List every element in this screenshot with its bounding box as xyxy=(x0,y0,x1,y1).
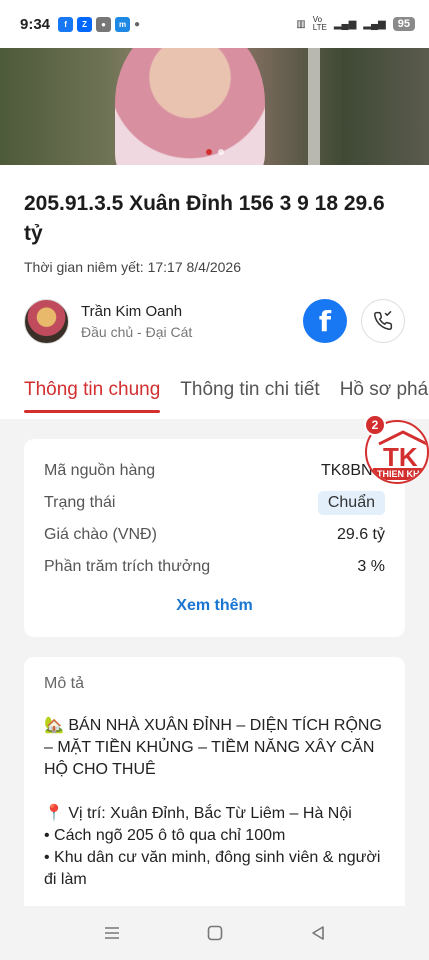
description-body: 🏡 BÁN NHÀ XUÂN ĐỈNH – DIỆN TÍCH RỘNG – M… xyxy=(44,717,382,932)
photo-subject xyxy=(115,48,265,165)
tab-detail-info[interactable]: Thông tin chi tiết xyxy=(180,379,319,413)
notification-icons: f Z ● m ● xyxy=(58,16,141,32)
tab-general-info[interactable]: Thông tin chung xyxy=(24,379,161,413)
listing-photo[interactable] xyxy=(0,48,429,165)
tab-legal-docs[interactable]: Hồ sơ pháp lý xyxy=(340,379,429,413)
detail-sheet: 205.91.3.5 Xuân Đỉnh 156 3 9 18 29.6 tỷ … xyxy=(0,165,429,960)
recent-apps-button[interactable] xyxy=(92,913,132,953)
tab-bar: Thông tin chung Thông tin chi tiết Hồ sơ… xyxy=(24,365,429,419)
info-label: Mã nguồn hàng xyxy=(44,462,156,479)
info-label: Giá chào (VNĐ) xyxy=(44,526,157,543)
status-time: 9:34 xyxy=(20,15,51,33)
avatar[interactable] xyxy=(24,298,69,344)
thien-khoi-logo-icon: TK xyxy=(378,430,427,470)
floating-count-badge: 2 xyxy=(364,414,386,436)
info-value: 29.6 tỷ xyxy=(336,526,385,543)
status-bar: 9:34 f Z ● m ● ▥ Vo LTE ▂▄▆ ▂▄▆ 95 xyxy=(0,0,429,48)
info-card: Mã nguồn hàng TK8BNG Trạng thái Chuẩn Gi… xyxy=(24,439,405,637)
see-more-button[interactable]: Xem thêm xyxy=(44,583,385,631)
pager-dot xyxy=(217,149,224,155)
recent-apps-icon xyxy=(104,927,119,939)
info-value: 3 % xyxy=(357,558,385,575)
info-row: Trạng thái Chuẩn xyxy=(44,487,385,519)
volte-icon: Vo LTE xyxy=(312,15,327,32)
chat-bubble-icon: ● xyxy=(96,16,112,32)
info-row: Phần trăm trích thưởng 3 % xyxy=(44,551,385,583)
more-notifications-icon: ● xyxy=(134,18,141,30)
back-button[interactable] xyxy=(298,913,338,953)
signal-5g-icon: ▂▄▆ xyxy=(363,18,386,30)
phone-icon xyxy=(374,311,393,330)
status-right: ▥ Vo LTE ▂▄▆ ▂▄▆ 95 xyxy=(296,16,415,32)
agent-role: Đầu chủ - Đại Cát xyxy=(81,323,193,340)
info-row: Mã nguồn hàng TK8BNG xyxy=(44,455,385,487)
zalo-icon: Z xyxy=(77,16,93,32)
facebook-button[interactable]: f xyxy=(303,299,347,343)
svg-text:TK: TK xyxy=(383,442,418,470)
listing-title: 205.91.3.5 Xuân Đỉnh 156 3 9 18 29.6 tỷ xyxy=(24,192,385,245)
brand-label: THIEN KHOI xyxy=(373,468,427,480)
photo-pager xyxy=(0,149,429,155)
description-label: Mô tả xyxy=(44,675,85,692)
back-icon xyxy=(311,926,324,940)
battery-icon: 95 xyxy=(392,17,415,31)
posted-time: Thời gian niêm yết: 17:17 8/4/2026 xyxy=(24,259,241,275)
call-button[interactable] xyxy=(361,299,405,343)
photo-pole xyxy=(308,48,320,165)
info-label: Trạng thái xyxy=(44,494,116,511)
home-button[interactable] xyxy=(195,913,235,953)
header-area: 205.91.3.5 Xuân Đỉnh 156 3 9 18 29.6 tỷ … xyxy=(0,165,429,419)
facebook-icon: f xyxy=(318,304,332,338)
agent-name: Trần Kim Oanh xyxy=(81,302,183,320)
status-badge: Chuẩn xyxy=(317,491,385,515)
agent-row: Trần Kim Oanh Đầu chủ - Đại Cát f xyxy=(24,293,405,349)
system-nav-bar xyxy=(0,906,429,960)
vibrate-icon: ▥ xyxy=(296,18,306,30)
info-row: Giá chào (VNĐ) 29.6 tỷ xyxy=(44,519,385,551)
home-icon xyxy=(207,925,222,941)
agent-info: Trần Kim Oanh Đầu chủ - Đại Cát xyxy=(81,303,192,340)
signal-icon: ▂▄▆ xyxy=(333,18,357,30)
facebook-icon: f xyxy=(58,16,74,32)
pager-dot-active xyxy=(205,149,212,155)
messenger-icon: m xyxy=(115,16,131,32)
info-label: Phần trăm trích thưởng xyxy=(44,558,211,575)
